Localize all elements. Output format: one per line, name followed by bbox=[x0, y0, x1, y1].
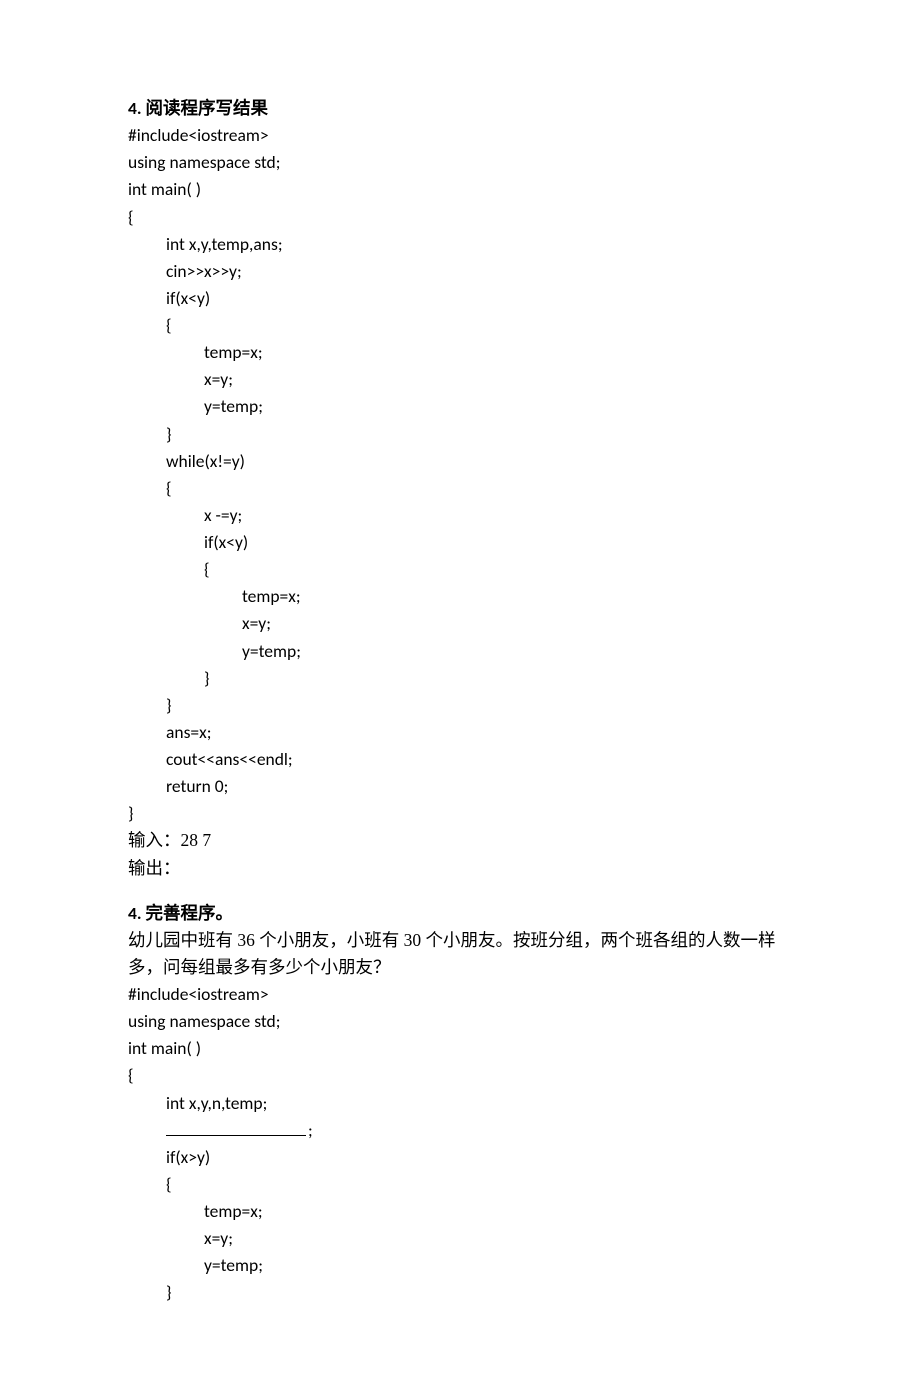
code-line: while(x!=y) bbox=[128, 448, 792, 475]
fill-in-blank[interactable] bbox=[166, 1117, 306, 1136]
section1-heading: 4. 阅读程序写结果 bbox=[128, 95, 792, 122]
section1-output-line: 输出： bbox=[128, 855, 792, 882]
code-line: } bbox=[128, 1279, 792, 1306]
code-line: { bbox=[128, 312, 792, 339]
section1-code-block: #include<iostream>using namespace std;in… bbox=[128, 122, 792, 827]
code-line: temp=x; bbox=[128, 339, 792, 366]
code-line: if(x<y) bbox=[128, 285, 792, 312]
code-line: { bbox=[128, 1062, 792, 1089]
code-line: x -=y; bbox=[128, 502, 792, 529]
code-line: if(x<y) bbox=[128, 529, 792, 556]
code-line: int main( ) bbox=[128, 1035, 792, 1062]
section1-input-line: 输入：28 7 bbox=[128, 827, 792, 854]
code-line: { bbox=[128, 475, 792, 502]
code-line: x=y; bbox=[128, 366, 792, 393]
code-line: temp=x; bbox=[128, 1198, 792, 1225]
code-line: int x,y,n,temp; bbox=[128, 1090, 792, 1117]
code-line: temp=x; bbox=[128, 583, 792, 610]
code-line: int x,y,temp,ans; bbox=[128, 231, 792, 258]
code-line: cin>>x>>y; bbox=[128, 258, 792, 285]
section2-desc-line1: 幼儿园中班有 36 个小朋友，小班有 30 个小朋友。按班分组，两个班各组的人数… bbox=[128, 927, 792, 954]
code-line: } bbox=[128, 665, 792, 692]
code-line: ans=x; bbox=[128, 719, 792, 746]
code-line: if(x>y) bbox=[128, 1144, 792, 1171]
code-line: int main( ) bbox=[128, 176, 792, 203]
code-line: #include<iostream> bbox=[128, 122, 792, 149]
code-line: { bbox=[128, 204, 792, 231]
section2-heading: 4. 完善程序。 bbox=[128, 900, 792, 927]
code-line: #include<iostream> bbox=[128, 981, 792, 1008]
code-line: { bbox=[128, 1171, 792, 1198]
code-line: { bbox=[128, 556, 792, 583]
code-line: ; bbox=[128, 1117, 792, 1144]
code-line: y=temp; bbox=[128, 1252, 792, 1279]
code-line: x=y; bbox=[128, 1225, 792, 1252]
code-line: } bbox=[128, 692, 792, 719]
code-line: cout<<ans<<endl; bbox=[128, 746, 792, 773]
code-text: ; bbox=[308, 1119, 313, 1141]
code-line: using namespace std; bbox=[128, 149, 792, 176]
code-line: using namespace std; bbox=[128, 1008, 792, 1035]
section2-code-block: #include<iostream>using namespace std;in… bbox=[128, 981, 792, 1307]
code-line: y=temp; bbox=[128, 393, 792, 420]
code-line: return 0; bbox=[128, 773, 792, 800]
code-line: y=temp; bbox=[128, 638, 792, 665]
code-line: } bbox=[128, 800, 792, 827]
code-line: x=y; bbox=[128, 610, 792, 637]
section2-desc-line2: 多，问每组最多有多少个小朋友？ bbox=[128, 954, 792, 981]
code-line: } bbox=[128, 421, 792, 448]
